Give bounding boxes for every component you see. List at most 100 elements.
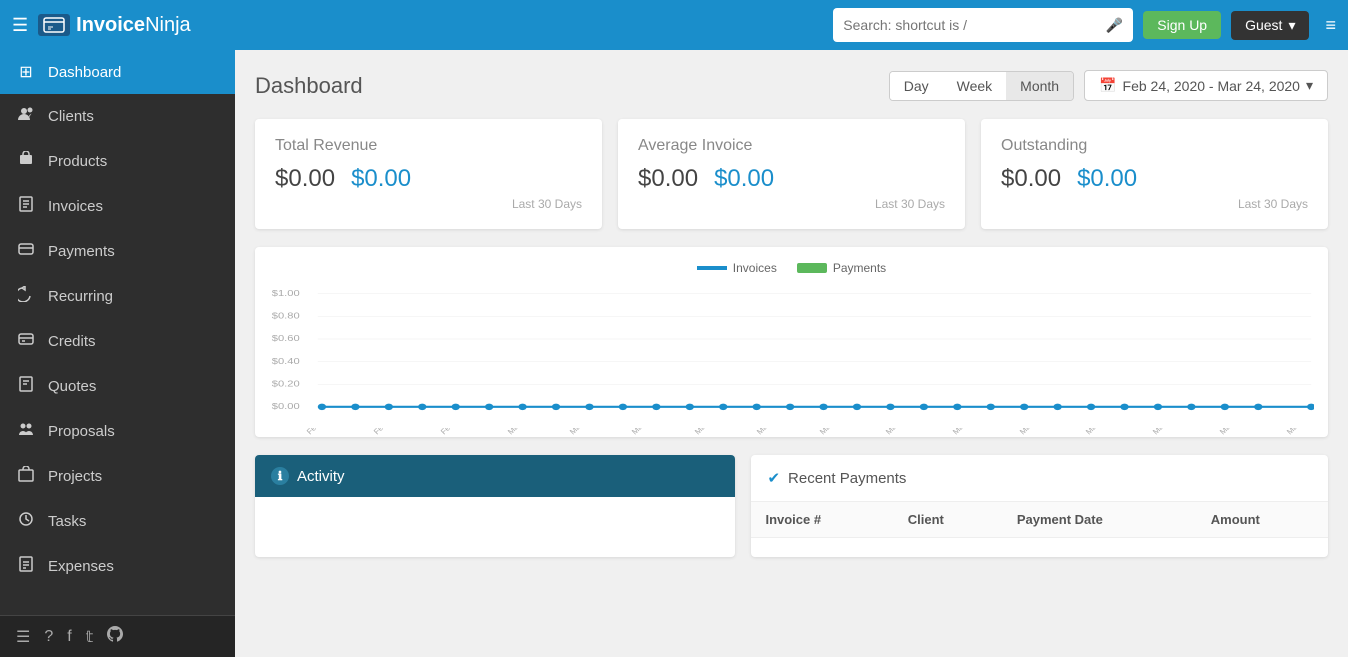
period-tab-month[interactable]: Month xyxy=(1006,72,1073,100)
period-tab-week[interactable]: Week xyxy=(943,72,1007,100)
credits-icon xyxy=(16,331,36,352)
sidebar-item-expenses[interactable]: Expenses xyxy=(0,544,235,589)
dashboard-controls: Day Week Month 📅 Feb 24, 2020 - Mar 24, … xyxy=(889,70,1328,101)
footer-help-icon[interactable]: ? xyxy=(44,628,53,646)
topnav: ☰ InvoiceNinja 🎤 Sign Up Guest ▾ ≡ xyxy=(0,0,1348,50)
search-bar[interactable]: 🎤 xyxy=(833,8,1133,42)
footer-facebook-icon[interactable]: f xyxy=(67,628,71,646)
menu-icon[interactable]: ☰ xyxy=(12,15,28,36)
svg-text:$1.00: $1.00 xyxy=(272,289,300,299)
mic-icon: 🎤 xyxy=(1106,17,1123,34)
logo-svg xyxy=(43,17,65,33)
col-invoice-num: Invoice # xyxy=(751,502,893,538)
svg-text:$0.00: $0.00 xyxy=(272,402,300,412)
svg-text:$0.80: $0.80 xyxy=(272,312,300,322)
chart-card: Invoices Payments $1.00 $0.80 $0.60 $0.4… xyxy=(255,247,1328,437)
check-circle-icon: ✔ xyxy=(767,469,780,487)
footer-twitter-icon[interactable]: 𝕥 xyxy=(86,627,93,647)
sidebar-item-projects[interactable]: Projects xyxy=(0,454,235,499)
clients-icon xyxy=(16,106,36,127)
payments-icon xyxy=(16,241,36,262)
footer-list-icon[interactable]: ☰ xyxy=(16,627,30,647)
svg-text:$0.20: $0.20 xyxy=(272,379,300,389)
period-tabs: Day Week Month xyxy=(889,71,1074,101)
sidebar-item-tasks[interactable]: Tasks xyxy=(0,499,235,544)
date-range-button[interactable]: 📅 Feb 24, 2020 - Mar 24, 2020 ▾ xyxy=(1084,70,1328,101)
stat-card-average: Average Invoice $0.00 $0.00 Last 30 Days xyxy=(618,119,965,229)
stat-val-outstanding: $0.00 xyxy=(1001,165,1061,193)
stat-val-blue-outstanding: $0.00 xyxy=(1077,165,1137,193)
sidebar-item-payments[interactable]: Payments xyxy=(0,229,235,274)
expenses-icon xyxy=(16,556,36,577)
projects-icon xyxy=(16,466,36,487)
legend-color-payments xyxy=(797,263,827,273)
products-icon xyxy=(16,151,36,172)
legend-invoices: Invoices xyxy=(697,261,777,275)
sidebar-item-proposals[interactable]: Proposals xyxy=(0,409,235,454)
sidebar-item-invoices[interactable]: Invoices xyxy=(0,184,235,229)
col-amount: Amount xyxy=(1197,502,1328,538)
stat-val-revenue: $0.00 xyxy=(275,165,335,193)
logo-icon xyxy=(38,14,70,36)
stat-val-average: $0.00 xyxy=(638,165,698,193)
footer-github-icon[interactable] xyxy=(107,626,123,647)
stat-values-revenue: $0.00 $0.00 xyxy=(275,165,582,193)
stat-title-outstanding: Outstanding xyxy=(1001,137,1308,155)
stat-card-revenue: Total Revenue $0.00 $0.00 Last 30 Days xyxy=(255,119,602,229)
stats-row: Total Revenue $0.00 $0.00 Last 30 Days A… xyxy=(255,119,1328,229)
dashboard-header: Dashboard Day Week Month 📅 Feb 24, 2020 … xyxy=(255,70,1328,101)
info-icon: ℹ xyxy=(271,467,289,485)
quotes-icon xyxy=(16,376,36,397)
stat-val-blue-average: $0.00 xyxy=(714,165,774,193)
sidebar-item-dashboard[interactable]: ⊞ Dashboard xyxy=(0,50,235,94)
chart-svg: $1.00 $0.80 $0.60 $0.40 $0.20 $0.00 xyxy=(269,283,1314,423)
activity-content xyxy=(255,497,735,557)
chevron-down-icon: ▾ xyxy=(1288,17,1295,34)
search-input[interactable] xyxy=(843,17,1100,33)
dashboard-icon: ⊞ xyxy=(16,62,36,82)
bottom-row: ℹ Activity ✔ Recent Payments Invoice # C… xyxy=(255,455,1328,557)
invoices-icon xyxy=(16,196,36,217)
stat-values-outstanding: $0.00 $0.00 xyxy=(1001,165,1308,193)
svg-text:$0.40: $0.40 xyxy=(272,357,300,367)
stat-sub-revenue: Last 30 Days xyxy=(275,197,582,211)
kebab-icon[interactable]: ≡ xyxy=(1325,15,1336,36)
sidebar-item-clients[interactable]: Clients xyxy=(0,94,235,139)
recurring-icon xyxy=(16,286,36,307)
stat-title-revenue: Total Revenue xyxy=(275,137,582,155)
signup-button[interactable]: Sign Up xyxy=(1143,11,1221,39)
main-layout: ⊞ Dashboard Clients Products Invoices xyxy=(0,50,1348,657)
sidebar-item-credits[interactable]: Credits xyxy=(0,319,235,364)
chevron-down-icon: ▾ xyxy=(1306,77,1313,94)
sidebar-item-recurring[interactable]: Recurring xyxy=(0,274,235,319)
stat-title-average: Average Invoice xyxy=(638,137,945,155)
sidebar-item-products[interactable]: Products xyxy=(0,139,235,184)
recent-payments-header: ✔ Recent Payments xyxy=(751,455,1328,502)
chart-area: $1.00 $0.80 $0.60 $0.40 $0.20 $0.00 xyxy=(269,283,1314,423)
stat-val-blue-revenue: $0.00 xyxy=(351,165,411,193)
period-tab-day[interactable]: Day xyxy=(890,72,943,100)
chart-legend: Invoices Payments xyxy=(269,261,1314,275)
content-area: Dashboard Day Week Month 📅 Feb 24, 2020 … xyxy=(235,50,1348,657)
activity-panel: ℹ Activity xyxy=(255,455,735,557)
stat-sub-outstanding: Last 30 Days xyxy=(1001,197,1308,211)
guest-button[interactable]: Guest ▾ xyxy=(1231,11,1309,40)
sidebar: ⊞ Dashboard Clients Products Invoices xyxy=(0,50,235,657)
logo-text: InvoiceNinja xyxy=(76,14,191,37)
proposals-icon xyxy=(16,421,36,442)
stat-card-outstanding: Outstanding $0.00 $0.00 Last 30 Days xyxy=(981,119,1328,229)
logo: InvoiceNinja xyxy=(38,14,191,37)
sidebar-item-quotes[interactable]: Quotes xyxy=(0,364,235,409)
sidebar-footer: ☰ ? f 𝕥 xyxy=(0,615,235,657)
stat-values-average: $0.00 $0.00 xyxy=(638,165,945,193)
legend-payments: Payments xyxy=(797,261,886,275)
page-title: Dashboard xyxy=(255,73,363,99)
payments-table: Invoice # Client Payment Date Amount xyxy=(751,502,1328,538)
tasks-icon xyxy=(16,511,36,532)
col-client: Client xyxy=(894,502,1003,538)
calendar-icon: 📅 xyxy=(1099,77,1116,94)
activity-header: ℹ Activity xyxy=(255,455,735,497)
col-payment-date: Payment Date xyxy=(1003,502,1197,538)
recent-payments-panel: ✔ Recent Payments Invoice # Client Payme… xyxy=(751,455,1328,557)
legend-color-invoices xyxy=(697,266,727,270)
